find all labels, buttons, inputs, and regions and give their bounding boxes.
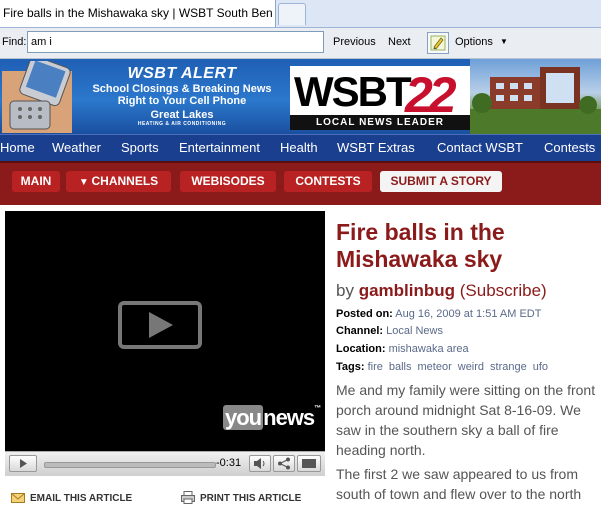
article-paragraph: The first 2 we saw appeared to us from s… bbox=[336, 466, 582, 502]
find-bar: Find: Previous Next Options ▼ bbox=[0, 28, 601, 59]
nav-item-weather[interactable]: Weather bbox=[52, 140, 101, 155]
younews-you: you bbox=[223, 405, 264, 430]
email-icon bbox=[11, 493, 25, 503]
chevron-down-icon: ▼ bbox=[500, 37, 508, 46]
posted-on: Posted on: Aug 16, 2009 at 1:51 AM EDT bbox=[336, 308, 541, 320]
volume-button[interactable] bbox=[249, 455, 271, 472]
new-tab-button[interactable] bbox=[278, 3, 306, 25]
tag-link[interactable]: weird bbox=[458, 361, 484, 373]
byline-by: by bbox=[336, 281, 354, 300]
wsbt-alert-ad[interactable]: WSBT ALERT School Closings & Breaking Ne… bbox=[78, 65, 286, 127]
highlighter-icon bbox=[430, 35, 446, 51]
tags-meta: Tags: fire balls meteor weird strange ufo bbox=[336, 361, 554, 373]
channel-meta: Channel: Local News bbox=[336, 325, 443, 337]
main-nav: Home Weather Sports Entertainment Health… bbox=[0, 134, 601, 161]
sponsor-subtitle: HEATING & AIR CONDITIONING bbox=[137, 121, 227, 127]
highlight-all-button[interactable] bbox=[427, 32, 449, 54]
nav-item-sports[interactable]: Sports bbox=[121, 140, 159, 155]
alert-line-1: School Closings & Breaking News bbox=[92, 83, 272, 95]
posted-label: Posted on: bbox=[336, 308, 393, 320]
younews-news: news bbox=[263, 405, 315, 430]
channel-link[interactable]: Local News bbox=[386, 325, 443, 337]
wsbt-alert-logo: WSBT ALERT bbox=[127, 65, 237, 82]
tags-label: Tags: bbox=[336, 361, 365, 373]
find-input[interactable] bbox=[27, 31, 324, 53]
subnav-contests-button[interactable]: CONTESTS bbox=[284, 171, 372, 192]
article-actions: EMAIL THIS ARTICLE PRINT THIS ARTICLE bbox=[5, 487, 325, 507]
location-label: Location: bbox=[336, 343, 386, 355]
tag-link[interactable]: meteor bbox=[418, 361, 452, 373]
subnav-channels-label: CHANNELS bbox=[91, 174, 159, 188]
find-options-button[interactable]: Options bbox=[455, 36, 493, 48]
author-link[interactable]: gamblinbug bbox=[359, 281, 455, 300]
video-player[interactable]: younews™ bbox=[5, 211, 325, 451]
fullscreen-button[interactable] bbox=[297, 455, 321, 472]
cell-phone-image bbox=[2, 61, 72, 133]
time-remaining: -0:31 bbox=[216, 457, 242, 469]
print-article-link[interactable]: PRINT THIS ARTICLE bbox=[200, 493, 301, 504]
find-previous-button[interactable]: Previous bbox=[333, 36, 376, 48]
posted-value: Aug 16, 2009 at 1:51 AM EDT bbox=[395, 308, 542, 320]
share-icon bbox=[278, 457, 290, 470]
tag-link[interactable]: strange bbox=[490, 361, 527, 373]
station-tagline: LOCAL NEWS LEADER bbox=[290, 115, 470, 130]
video-controls: -0:31 bbox=[5, 451, 325, 476]
tab-title: Fire balls in the Mishawaka sky | WSBT S… bbox=[3, 6, 273, 20]
subnav-channels-button[interactable]: ▼ CHANNELS bbox=[66, 171, 171, 192]
share-button[interactable] bbox=[273, 455, 295, 472]
triangle-down-icon: ▼ bbox=[78, 177, 92, 188]
wsbt22-logo[interactable]: WSBT 22 LOCAL NEWS LEADER bbox=[290, 66, 470, 130]
find-label: Find: bbox=[2, 36, 27, 48]
station-name: WSBT bbox=[294, 68, 412, 115]
tag-link[interactable]: balls bbox=[389, 361, 412, 373]
location-meta: Location: mishawaka area bbox=[336, 343, 469, 355]
fullscreen-icon bbox=[302, 459, 316, 468]
seek-bar[interactable] bbox=[44, 462, 216, 468]
location-link[interactable]: mishawaka area bbox=[389, 343, 469, 355]
tab-strip: Fire balls in the Mishawaka sky | WSBT S… bbox=[0, 0, 601, 28]
find-next-button[interactable]: Next bbox=[388, 36, 411, 48]
play-icon bbox=[20, 459, 27, 468]
nav-item-entertainment[interactable]: Entertainment bbox=[179, 140, 260, 155]
tab-active[interactable]: Fire balls in the Mishawaka sky | WSBT S… bbox=[0, 0, 276, 27]
subnav-webisodes-button[interactable]: WEBISODES bbox=[180, 171, 276, 192]
play-pause-button[interactable] bbox=[9, 455, 37, 472]
article-title: Fire balls in the Mishawaka sky bbox=[336, 219, 505, 272]
tag-link[interactable]: fire bbox=[368, 361, 383, 373]
sub-nav: MAIN ▼ CHANNELS WEBISODES CONTESTS SUBMI… bbox=[0, 161, 601, 205]
sponsor-logo: Great Lakes bbox=[150, 109, 214, 121]
email-article-link[interactable]: EMAIL THIS ARTICLE bbox=[30, 493, 132, 504]
play-icon bbox=[149, 312, 173, 338]
subscribe-link[interactable]: (Subscribe) bbox=[460, 281, 547, 300]
channel-label: Channel: bbox=[336, 325, 384, 337]
nav-item-health[interactable]: Health bbox=[280, 140, 318, 155]
play-button[interactable] bbox=[118, 301, 202, 349]
nav-item-wsbt-extras[interactable]: WSBT Extras bbox=[337, 140, 415, 155]
printer-icon bbox=[181, 491, 195, 504]
site-banner[interactable]: WSBT ALERT School Closings & Breaking Ne… bbox=[0, 59, 601, 134]
station-building-image bbox=[470, 59, 601, 134]
article-paragraph: Me and my family were sitting on the fro… bbox=[336, 382, 596, 458]
nav-item-contests[interactable]: Contests bbox=[544, 140, 595, 155]
byline: by gamblinbug (Subscribe) bbox=[336, 281, 547, 301]
nav-item-contact-wsbt[interactable]: Contact WSBT bbox=[437, 140, 523, 155]
younews-watermark: younews™ bbox=[223, 405, 321, 430]
submit-story-button[interactable]: SUBMIT A STORY bbox=[380, 171, 502, 192]
alert-line-2: Right to Your Cell Phone bbox=[117, 95, 247, 107]
subnav-main-button[interactable]: MAIN bbox=[12, 171, 60, 192]
speaker-icon bbox=[254, 458, 265, 469]
nav-item-home[interactable]: Home bbox=[0, 140, 35, 155]
tag-link[interactable]: ufo bbox=[533, 361, 548, 373]
